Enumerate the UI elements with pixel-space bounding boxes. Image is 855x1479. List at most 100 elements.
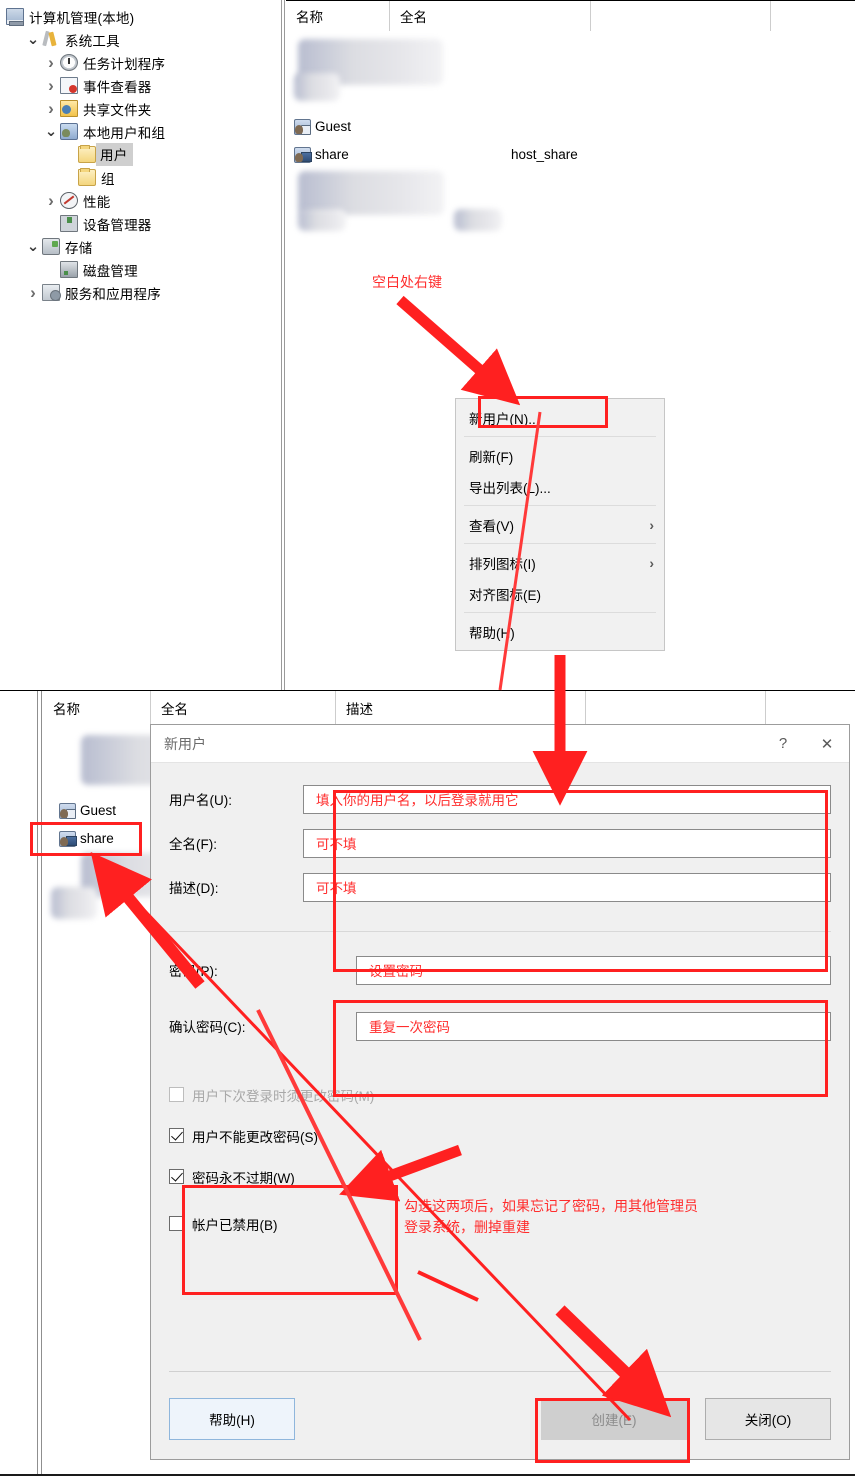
tree-item-10[interactable]: 磁盘管理 [0,258,281,281]
tree-item-3[interactable]: 共享文件夹 [0,97,281,120]
column-header-extra[interactable] [586,691,766,725]
field-label: 描述(D): [169,881,219,896]
device-manager-icon [60,215,78,232]
event-viewer-icon [60,77,78,94]
help-button[interactable]: 帮助(H) [169,1398,295,1440]
pane-splitter[interactable] [281,0,285,690]
menu-item-label: 查看(V) [469,518,514,534]
tree-item-4[interactable]: 本地用户和组 [0,120,281,143]
checkbox-password-never-expires[interactable]: 密码永不过期(W) [169,1156,831,1197]
tree-item-11[interactable]: 服务和应用程序 [0,281,281,304]
tree-item-root[interactable]: 计算机管理(本地) [0,5,281,28]
column-header-description[interactable]: 描述 [336,691,586,725]
shared-folder-icon [60,100,78,117]
table-row[interactable]: Guest [286,113,423,140]
annotation-checkbox-note: 勾选这两项后，如果忘记了密码，用其他管理员 登录系统，删掉重建 [404,1198,698,1235]
computer-icon [6,8,24,26]
checkbox-box[interactable] [169,1216,184,1231]
list-column-headers: 名称 全名 [286,1,855,31]
chevron-right-icon: › [649,516,654,533]
checkbox-box[interactable] [169,1169,184,1184]
field-confirm-password-row: 确认密码(C): 重复一次密码 [169,1004,831,1048]
user-icon [294,146,312,163]
close-icon[interactable]: ✕ [805,725,849,762]
console-tree-pane[interactable]: 计算机管理(本地) 系统工具任务计划程序事件查看器共享文件夹本地用户和组用户组性… [0,0,281,690]
tree-item-8[interactable]: 设备管理器 [0,212,281,235]
context-menu[interactable]: 新用户(N)... 刷新(F) 导出列表(L)... 查看(V) › 排列图标(I) › 对齐… [455,398,665,651]
dialog-title-bar[interactable]: 新用户 ? ✕ [151,725,849,763]
user-guest-icon [59,802,76,819]
disk-management-icon [60,261,78,278]
table-row[interactable]: Guest [51,797,116,824]
performance-icon [60,192,78,209]
field-label: 用户名(U): [169,793,232,808]
description-input[interactable]: 可不填 [303,872,831,902]
column-header-extra[interactable] [591,1,771,31]
checkbox-label: 密码永不过期(W) [192,1170,295,1186]
help-icon[interactable]: ? [761,725,805,762]
list-column-headers-secondary: 名称 全名 描述 [43,691,855,725]
tree-item-0[interactable]: 系统工具 [0,28,281,51]
table-row[interactable]: share host_share [286,141,578,168]
tree-item-7[interactable]: 性能 [0,189,281,212]
tree-item-label: 任务计划程序 [83,56,166,72]
tree-item-9[interactable]: 存储 [0,235,281,258]
column-header-name[interactable]: 名称 [43,691,151,725]
checkbox-box[interactable] [169,1087,184,1102]
field-label: 密码(P): [169,964,218,979]
menu-item-8[interactable]: 对齐图标(E) [456,578,664,609]
checkbox-label: 用户下次登录时须更改密码(M) [192,1088,375,1104]
tree-item-label: 设备管理器 [83,217,152,233]
chevron-right-icon[interactable] [42,192,60,209]
column-header-fullname[interactable]: 全名 [151,691,336,725]
folder-icon [78,168,96,186]
chevron-down-icon[interactable] [42,127,60,136]
table-row[interactable] [51,887,97,919]
table-row[interactable] [298,209,346,231]
chevron-down-icon[interactable] [24,242,42,251]
tree-item-2[interactable]: 事件查看器 [0,74,281,97]
close-button[interactable]: 关闭(O) [705,1398,831,1440]
create-button[interactable]: 创建(E) [541,1398,687,1440]
chevron-down-icon[interactable] [24,35,42,44]
chevron-right-icon[interactable] [42,77,60,94]
chevron-right-icon[interactable] [42,54,60,71]
field-hint: 设置密码 [369,964,423,979]
checkbox-must-change-password[interactable]: 用户下次登录时须更改密码(M) [169,1074,831,1115]
menu-separator [464,543,656,544]
tree-item-5[interactable]: 用户 [0,143,281,166]
chevron-right-icon[interactable] [24,284,42,301]
confirm-password-input[interactable]: 重复一次密码 [356,1011,831,1041]
fullname-input[interactable]: 可不填 [303,828,831,858]
table-row[interactable] [294,73,340,101]
chevron-right-icon[interactable] [42,100,60,117]
pane-splitter-secondary[interactable] [37,691,42,1474]
tree-item-1[interactable]: 任务计划程序 [0,51,281,74]
cell-name: Guest [80,803,117,818]
tree-item-6[interactable]: 组 [0,166,281,189]
menu-item-7[interactable]: 排列图标(I) › [456,547,664,578]
checkbox-box[interactable] [169,1128,184,1143]
menu-item-3[interactable]: 导出列表(L)... [456,471,664,502]
user-guest-icon [294,118,311,135]
field-hint: 可不填 [316,837,357,852]
table-row[interactable]: share [51,825,114,852]
folder-icon [78,145,96,163]
menu-item-10[interactable]: 帮助(H) [456,616,664,647]
menu-item-2[interactable]: 刷新(F) [456,440,664,471]
menu-item-label: 对齐图标(E) [469,587,541,603]
new-user-dialog[interactable]: 新用户 ? ✕ 用户名(U): 填入你的用户名，以后登录就用它 全名(F): 可… [150,724,850,1460]
column-header-fullname[interactable]: 全名 [390,1,591,31]
menu-separator [464,436,656,437]
menu-item-0[interactable]: 新用户(N)... [456,402,664,433]
checkbox-cannot-change-password[interactable]: 用户不能更改密码(S) [169,1115,831,1156]
field-username-row: 用户名(U): 填入你的用户名，以后登录就用它 [169,777,831,821]
password-input[interactable]: 设置密码 [356,955,831,985]
table-row[interactable] [454,209,502,231]
menu-item-5[interactable]: 查看(V) › [456,509,664,540]
column-header-name[interactable]: 名称 [286,1,390,31]
checkbox-label: 帐户已禁用(B) [192,1217,278,1233]
username-input[interactable]: 填入你的用户名，以后登录就用它 [303,784,831,814]
field-label: 全名(F): [169,837,217,852]
